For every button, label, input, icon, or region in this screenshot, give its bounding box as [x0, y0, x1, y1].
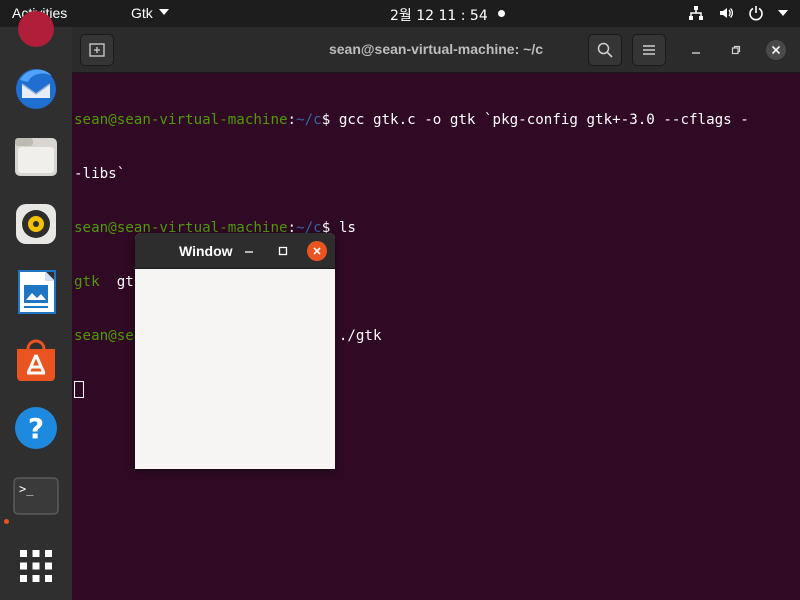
command-text-wrap: -libs`: [74, 166, 126, 182]
app-menu-label: Gtk: [131, 5, 153, 21]
help-icon[interactable]: ?: [12, 404, 60, 452]
command-text: ls: [338, 220, 356, 236]
terminal-line: sean@sean-virtual-machine:~/c$ gcc gtk.c…: [74, 111, 798, 129]
svg-text:?: ?: [28, 412, 44, 445]
system-menu[interactable]: [688, 3, 788, 23]
command-text: gcc gtk.c -o gtk `pkg-config gtk+-3.0 --…: [338, 112, 749, 128]
maximize-button[interactable]: [726, 40, 746, 60]
command-text: ./gtk: [338, 328, 382, 344]
running-indicator: [4, 519, 9, 524]
clock[interactable]: 2월 12 11 : 54: [390, 5, 488, 25]
terminal-line: -libs`: [74, 165, 798, 183]
files-icon[interactable]: [12, 132, 60, 180]
dock-item-partial[interactable]: [12, 5, 60, 53]
minimize-icon: [245, 251, 253, 253]
terminal-header: sean@sean-virtual-machine: ~/c: [72, 27, 800, 73]
svg-text:>_: >_: [19, 482, 34, 496]
gtk-maximize-button[interactable]: [273, 241, 293, 261]
app-menu[interactable]: Gtk: [131, 5, 169, 21]
network-icon: [688, 5, 704, 21]
text-cursor: [74, 381, 84, 398]
minimize-icon: [692, 52, 700, 54]
chevron-down-icon: [778, 9, 788, 17]
rhythmbox-icon[interactable]: [12, 200, 60, 248]
show-apps-icon[interactable]: [12, 542, 60, 590]
gtk-minimize-button[interactable]: [239, 241, 259, 261]
maximize-icon: [278, 246, 288, 256]
prompt-end: $: [321, 112, 339, 128]
libreoffice-writer-icon[interactable]: [12, 268, 60, 316]
hamburger-icon: [643, 45, 655, 55]
close-button[interactable]: [766, 40, 786, 60]
gtk-window-header: Window: [135, 233, 335, 269]
power-icon: [748, 5, 764, 21]
chevron-down-icon: [158, 9, 169, 15]
volume-icon: [718, 5, 734, 21]
search-button[interactable]: [588, 34, 622, 66]
top-bar: Activities Gtk 2월 12 11 : 54: [0, 0, 800, 27]
gtk-window[interactable]: Window: [135, 233, 335, 469]
ls-output-executable: gtk: [74, 274, 100, 290]
close-icon: [313, 247, 321, 255]
minimize-button[interactable]: [686, 40, 706, 60]
thunderbird-icon[interactable]: [12, 64, 60, 112]
gtk-close-button[interactable]: [307, 241, 327, 261]
software-center-icon[interactable]: [12, 336, 60, 384]
terminal-icon[interactable]: >_: [12, 472, 60, 520]
prompt-path: ~/c: [296, 112, 322, 128]
menu-button[interactable]: [632, 34, 666, 66]
prompt-user: sean@sean-virtual-machine: [74, 112, 288, 128]
close-icon: [771, 45, 781, 55]
dock: ? >_: [0, 11, 72, 600]
restore-icon: [731, 45, 741, 55]
prompt-separator: :: [287, 112, 297, 128]
gtk-window-title: Window: [179, 243, 233, 259]
search-icon: [597, 42, 613, 58]
notification-dot: [498, 10, 505, 17]
